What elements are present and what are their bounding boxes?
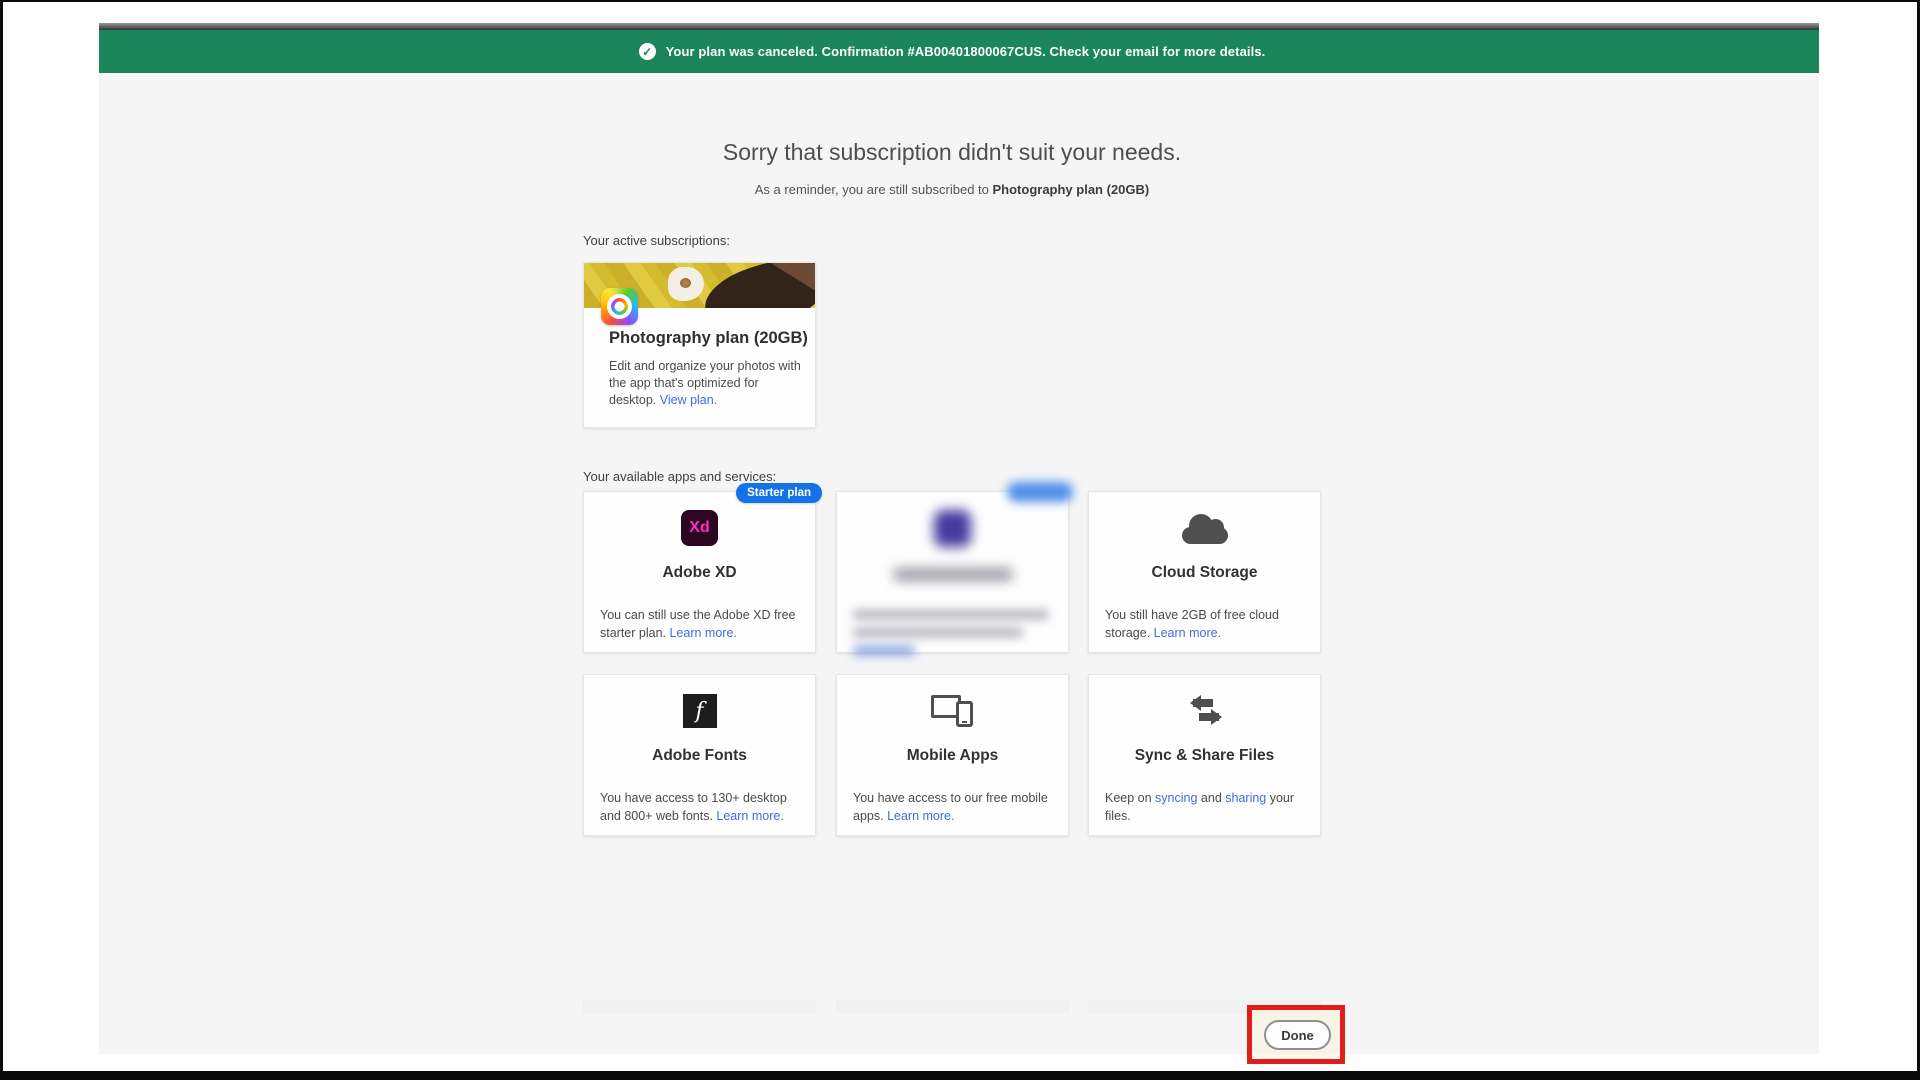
adobe-xd-icon: Xd (681, 510, 718, 546)
starter-plan-badge: Starter plan (736, 483, 822, 503)
syncing-link[interactable]: syncing (1155, 791, 1197, 805)
card-description: Keep on syncing and sharing your files. (1105, 789, 1307, 825)
sync-arrows-icon (1183, 694, 1227, 728)
photography-plan-card: Photography plan (20GB) Edit and organiz… (583, 262, 816, 428)
sync-share-card: Sync & Share Files Keep on syncing and s… (1088, 674, 1321, 836)
subscription-reminder: As a reminder, you are still subscribed … (583, 182, 1321, 197)
creative-cloud-icon (601, 288, 638, 325)
desc-text: and (1197, 791, 1225, 805)
screenshot-frame: ✓ Your plan was canceled. Confirmation #… (0, 0, 1920, 1080)
cloud-storage-card: Cloud Storage You still have 2GB of free… (1088, 491, 1321, 653)
adobe-fonts-icon: f (683, 694, 717, 728)
reminder-plan-name: Photography plan (20GB) (993, 182, 1150, 197)
card-title: Adobe Fonts (584, 747, 815, 765)
view-plan-link[interactable]: View plan. (660, 393, 717, 407)
blurred-text-line (853, 610, 1049, 619)
learn-more-link[interactable]: Learn more. (716, 809, 783, 823)
blurred-title (893, 568, 1013, 581)
partial-card-top (583, 1000, 816, 1013)
learn-more-link[interactable]: Learn more. (1154, 626, 1221, 640)
card-title: Adobe XD (584, 564, 815, 582)
card-description: You have access to 130+ desktop and 800+… (600, 789, 802, 825)
active-subscriptions-label: Your active subscriptions: (583, 233, 730, 248)
mobile-devices-icon (931, 693, 975, 729)
blurred-link (853, 646, 915, 655)
banner-message: Your plan was canceled. Confirmation #AB… (666, 44, 1266, 59)
card-description: You can still use the Adobe XD free star… (600, 606, 802, 642)
plan-card-description: Edit and organize your photos with the a… (609, 358, 801, 409)
card-description: You have access to our free mobile apps.… (853, 789, 1055, 825)
card-description: You still have 2GB of free cloud storage… (1105, 606, 1307, 642)
available-apps-label: Your available apps and services: (583, 469, 776, 484)
partial-card-top (836, 1000, 1069, 1013)
cloud-icon (1182, 527, 1228, 544)
card-title: Cloud Storage (1089, 564, 1320, 582)
photo-flower-shape (668, 267, 704, 301)
blurred-text-line (853, 628, 1023, 637)
card-title: Sync & Share Files (1089, 747, 1320, 765)
reminder-text: As a reminder, you are still subscribed … (755, 182, 993, 197)
page-title: Sorry that subscription didn't suit your… (583, 139, 1321, 166)
adobe-account-page: ✓ Your plan was canceled. Confirmation #… (99, 23, 1819, 1054)
blurred-app-card (836, 491, 1069, 653)
adobe-fonts-card: f Adobe Fonts You have access to 130+ de… (583, 674, 816, 836)
adobe-xd-card: Starter plan Xd Adobe XD You can still u… (583, 491, 816, 653)
plan-card-title: Photography plan (20GB) (609, 329, 808, 348)
check-circle-icon: ✓ (639, 43, 656, 60)
blurred-badge (1007, 482, 1073, 502)
card-title: Mobile Apps (837, 747, 1068, 765)
done-button[interactable]: Done (1264, 1020, 1331, 1050)
blurred-app-icon (934, 510, 971, 547)
mobile-apps-card: Mobile Apps You have access to our free … (836, 674, 1069, 836)
cancellation-success-banner: ✓ Your plan was canceled. Confirmation #… (99, 30, 1819, 73)
learn-more-link[interactable]: Learn more. (669, 626, 736, 640)
page-top-strip (99, 23, 1819, 30)
learn-more-link[interactable]: Learn more. (887, 809, 954, 823)
desc-text: Keep on (1105, 791, 1155, 805)
sharing-link[interactable]: sharing (1225, 791, 1266, 805)
